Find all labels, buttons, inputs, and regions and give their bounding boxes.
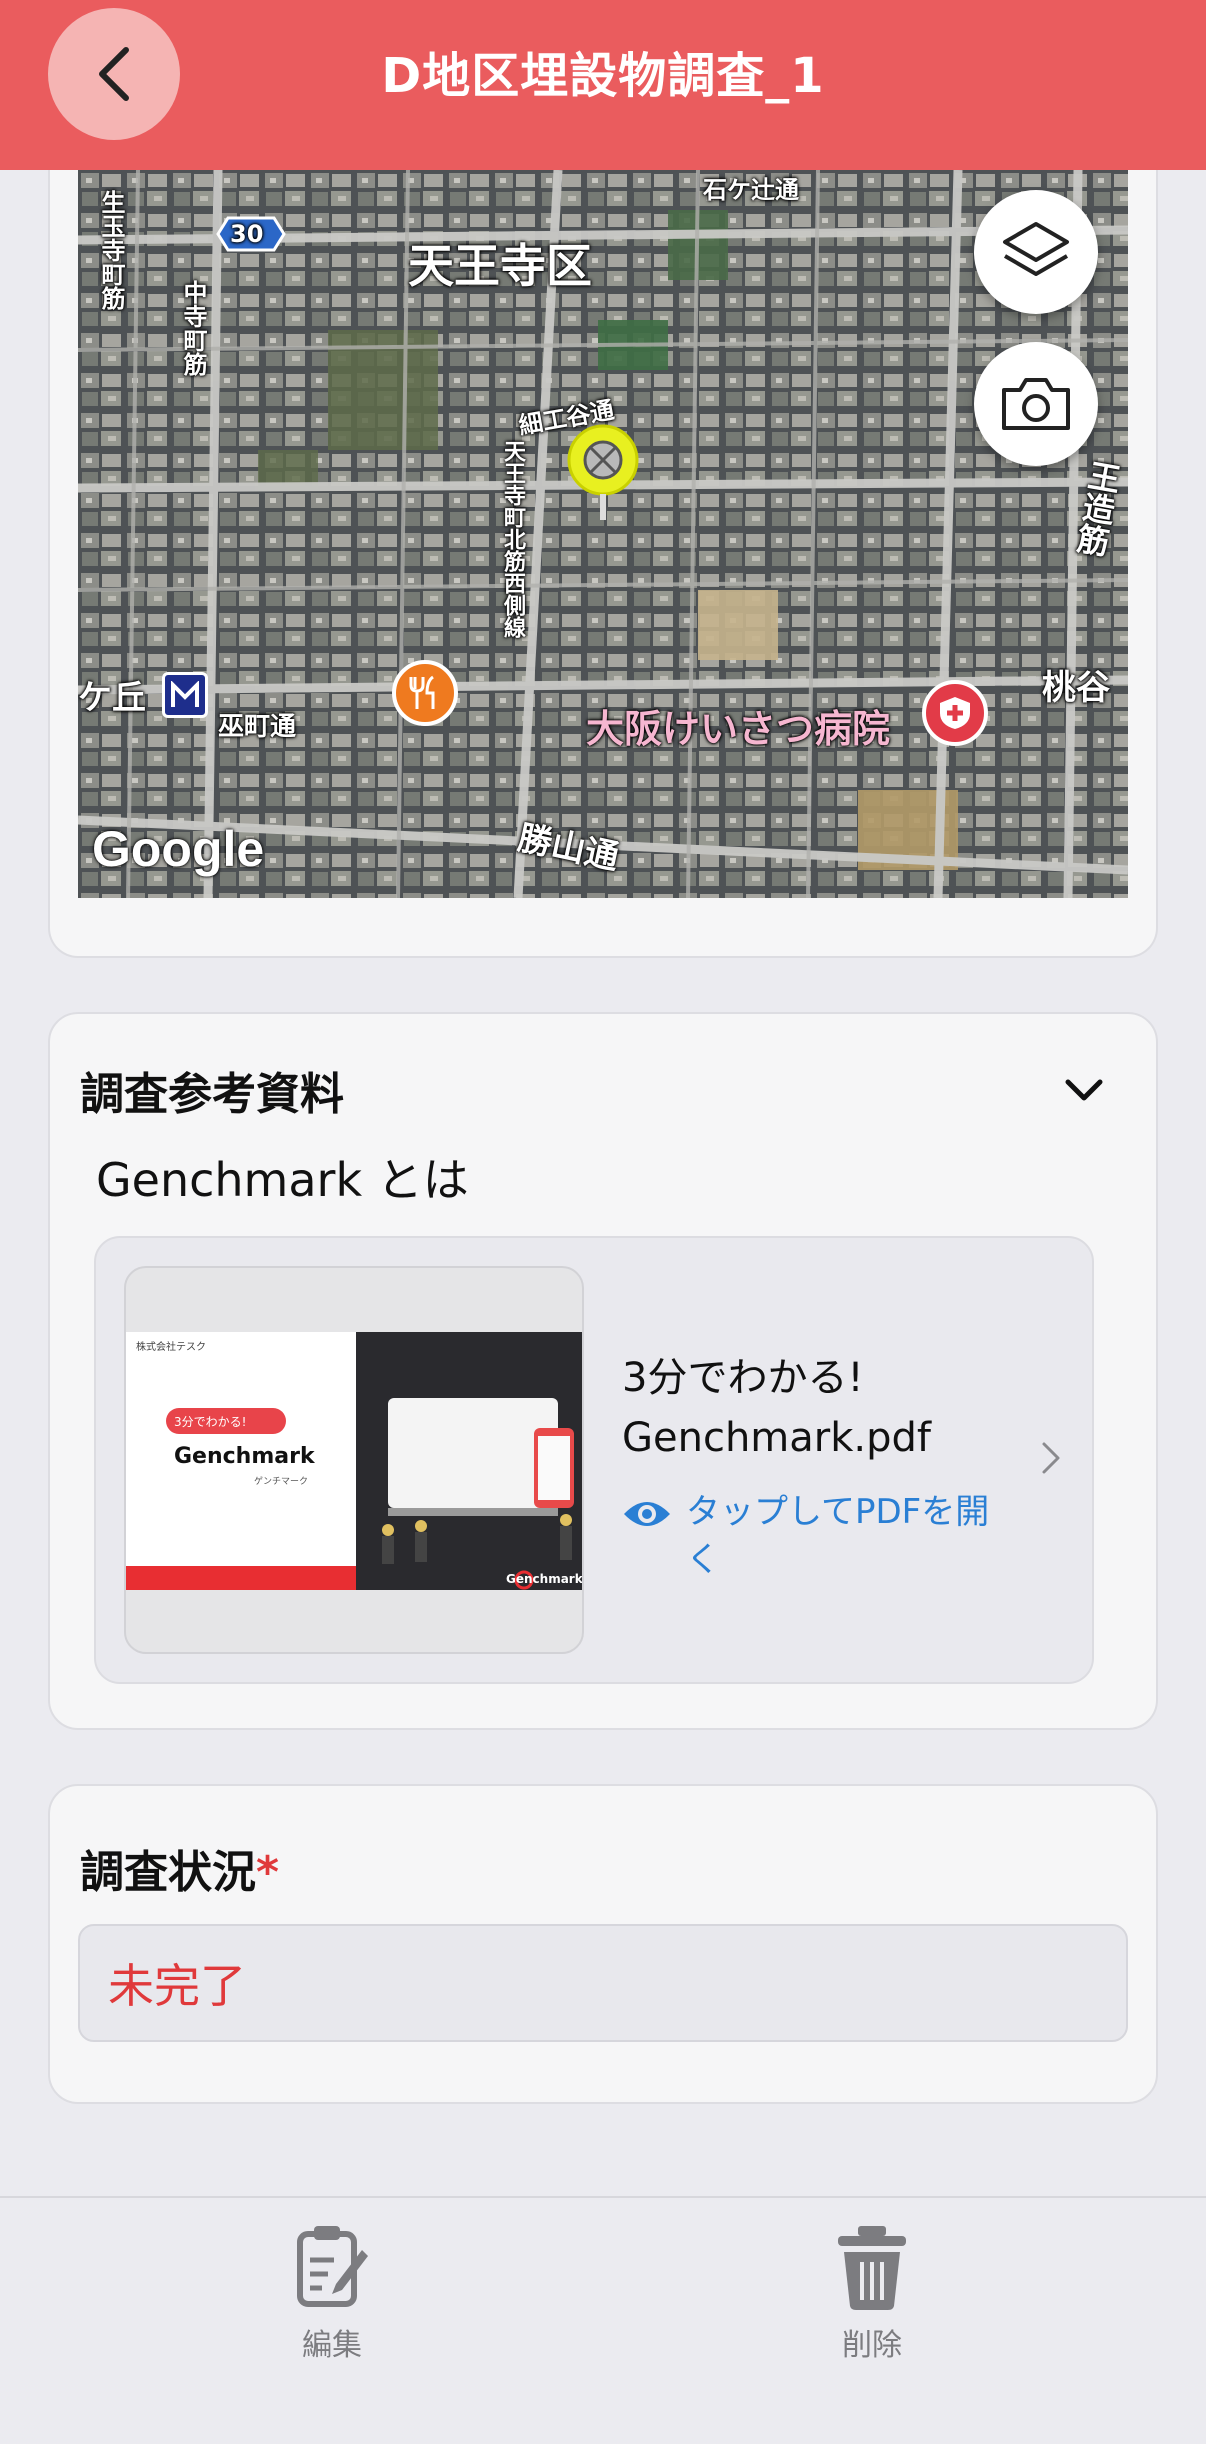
open-pdf-link[interactable]: タップしてPDFを開く: [622, 1488, 1022, 1588]
map-label-ishikiri: 石ケ辻通: [703, 176, 799, 204]
map-label-mikannagi: 巫町通: [218, 712, 297, 742]
delete-button[interactable]: 削除: [772, 2222, 972, 2364]
metro-icon: [162, 672, 208, 718]
thumb-logo: Genchmark: [506, 1572, 583, 1586]
camera-icon: [1002, 378, 1070, 430]
bottom-toolbar: 編集 削除: [0, 2196, 1206, 2444]
pdf-name: 3分でわかる! Genchmark.pdf: [622, 1348, 1022, 1468]
pdf-attachment[interactable]: 株式会社テスク 3分でわかる! Genchmark ゲンチマーク Genchma…: [94, 1236, 1094, 1684]
map-label-ward: 天王寺区: [408, 239, 592, 293]
reference-card: 調査参考資料 Genchmark とは 株式会社テスク 3分でわかる! Genc…: [48, 1012, 1158, 1730]
chevron-left-icon: [99, 47, 129, 101]
hospital-icon[interactable]: [922, 680, 988, 746]
map-view[interactable]: 30 天王寺区 石ケ辻通 生玉寺町筋 中寺町筋 細工谷通 天王寺町北筋西側線 ケ…: [78, 170, 1128, 898]
section-title: 調査参考資料: [80, 1069, 344, 1120]
thumb-bubble: 3分でわかる!: [174, 1415, 247, 1429]
layers-icon: [1003, 222, 1069, 276]
status-title-text: 調査状況: [80, 1847, 256, 1898]
thumb-reading: ゲンチマーク: [254, 1477, 309, 1487]
app-header: D地区埋設物調査_1: [0, 0, 1206, 170]
screen: D地区埋設物調査_1 30 天王寺区 石ケ辻通 生玉寺町筋 中寺町筋 細工谷通 …: [0, 0, 1206, 2444]
map-label-nakadera: 中寺町筋: [179, 280, 207, 376]
page-title: D地区埋設物調査_1: [381, 48, 825, 104]
map-label-tennoji-line: 天王寺町北筋西側線: [500, 440, 525, 638]
status-field[interactable]: 未完了: [78, 1924, 1128, 2042]
camera-button[interactable]: [974, 342, 1098, 466]
map-label-hospital: 大阪けいさつ病院: [586, 707, 891, 751]
edit-button[interactable]: 編集: [232, 2222, 432, 2364]
map-label-momodani: 桃谷: [1042, 668, 1110, 708]
open-pdf-label: タップしてPDFを開く: [686, 1492, 990, 1580]
edit-clipboard-icon: [297, 2226, 368, 2307]
chevron-right-icon: [1042, 1442, 1060, 1474]
layers-button[interactable]: [974, 190, 1098, 314]
map-label-keoka: ケ丘: [78, 678, 146, 718]
pdf-thumbnail: 株式会社テスク 3分でわかる! Genchmark ゲンチマーク Genchma…: [124, 1266, 584, 1654]
status-card: 調査状況* 未完了: [48, 1784, 1158, 2104]
delete-label: 削除: [842, 2328, 902, 2363]
thumb-company: 株式会社テスク: [136, 1342, 206, 1353]
map-label-ikutamadera: 生玉寺町筋: [97, 190, 125, 310]
required-mark: *: [256, 1847, 280, 1898]
route-number: 30: [230, 220, 264, 248]
restaurant-icon[interactable]: [392, 660, 458, 726]
status-value: 未完了: [108, 1959, 246, 2013]
pdf-name-line1: 3分でわかる!: [622, 1355, 864, 1401]
edit-label: 編集: [302, 2328, 362, 2363]
google-logo: Google: [92, 821, 265, 877]
eye-icon: [624, 1502, 670, 1526]
pdf-name-line2: Genchmark.pdf: [622, 1415, 931, 1461]
collapse-button[interactable]: [1056, 1070, 1112, 1110]
trash-icon: [838, 2226, 906, 2310]
reference-subtitle: Genchmark とは: [96, 1153, 469, 1207]
chevron-down-icon: [1065, 1079, 1103, 1101]
status-title: 調査状況*: [80, 1836, 279, 1900]
map-card: 30 天王寺区 石ケ辻通 生玉寺町筋 中寺町筋 細工谷通 天王寺町北筋西側線 ケ…: [48, 120, 1158, 958]
satellite-imagery: [78, 170, 1128, 898]
back-button[interactable]: [48, 8, 180, 140]
thumb-brand: Genchmark: [174, 1444, 315, 1469]
